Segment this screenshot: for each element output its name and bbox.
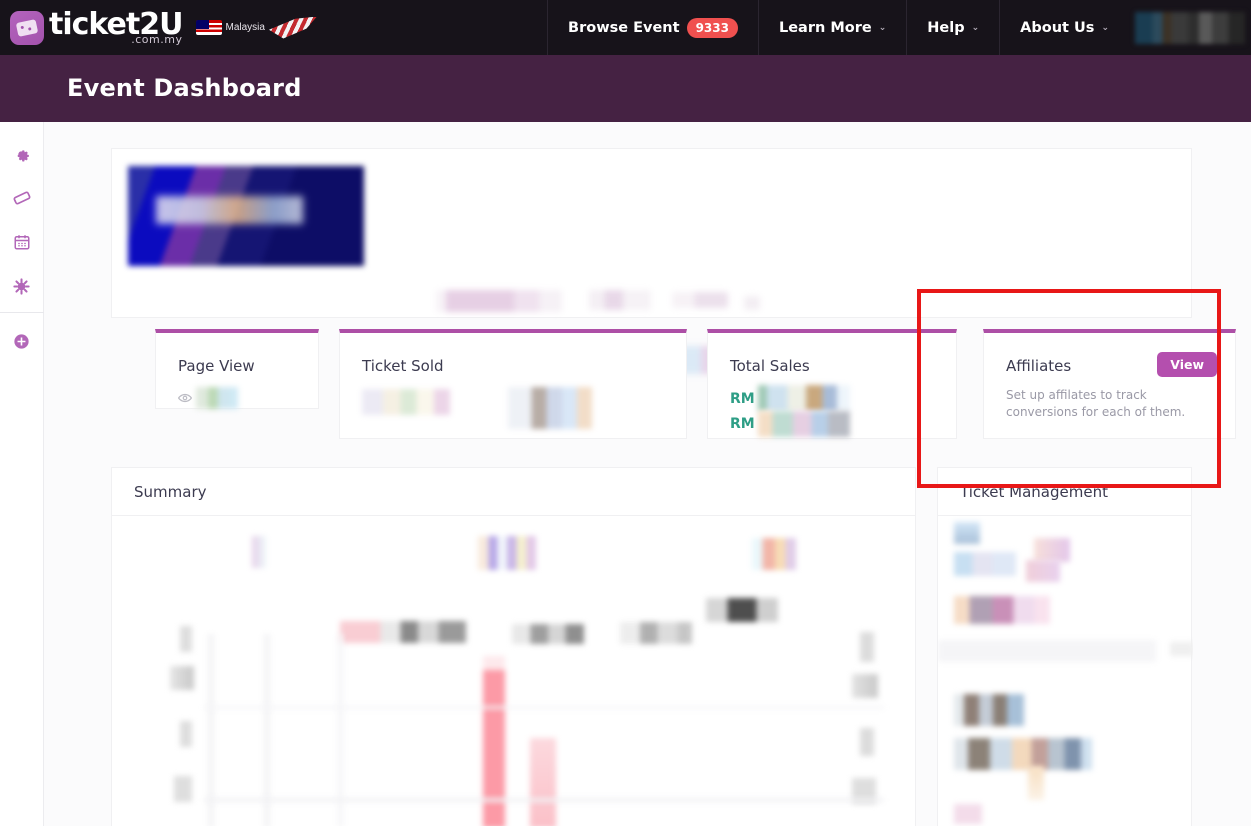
total-sales-value-2-blurred xyxy=(758,411,850,437)
sidebar-divider xyxy=(0,312,44,313)
total-sales-value-1-blurred xyxy=(758,385,850,411)
sidebar-item-featured[interactable] xyxy=(0,264,44,308)
sidebar-item-settings[interactable] xyxy=(0,132,44,176)
sidebar-rail xyxy=(0,122,44,826)
stat-card-page-view[interactable]: Page View xyxy=(155,329,319,409)
nav-item-learn-more[interactable]: Learn More ⌄ xyxy=(757,0,906,55)
stat-card-total-sales[interactable]: Total Sales RM RM xyxy=(707,329,957,439)
page-title: Event Dashboard xyxy=(67,74,302,102)
chevron-down-icon: ⌄ xyxy=(971,22,980,33)
summary-panel: Summary xyxy=(111,467,916,826)
event-summary-panel xyxy=(111,148,1192,318)
event-banner-image xyxy=(128,166,364,266)
event-meta-blurred xyxy=(744,296,760,310)
region-label: Malaysia xyxy=(225,22,265,33)
logo-wordmark: ticket2U .com.my xyxy=(49,10,183,46)
summary-chart-blurred xyxy=(112,516,917,826)
summary-title: Summary xyxy=(112,468,915,516)
nav-item-browse-event[interactable]: Browse Event 9333 xyxy=(547,0,758,55)
event-meta-blurred xyxy=(672,292,728,308)
ticket-management-title: Ticket Management xyxy=(938,468,1191,516)
affiliates-label: Affiliates xyxy=(1006,357,1072,375)
nav-label: Browse Event xyxy=(568,19,680,36)
currency-prefix-net: RM xyxy=(730,416,755,432)
calendar-icon xyxy=(14,235,29,250)
nav-items: Browse Event 9333 Learn More ⌄ Help ⌄ Ab… xyxy=(547,0,1251,55)
affiliates-description: Set up affilates to track conversions fo… xyxy=(1006,388,1186,420)
main-content: Page View Ticket Sold Total Sales RM RM … xyxy=(44,122,1251,826)
currency-prefix-gross: RM xyxy=(730,391,755,407)
ticket-sold-label: Ticket Sold xyxy=(362,357,444,375)
chevron-down-icon: ⌄ xyxy=(1101,22,1109,33)
affiliates-view-button[interactable]: View xyxy=(1157,352,1217,377)
page-view-label: Page View xyxy=(178,357,255,375)
nav-label: About Us xyxy=(1020,19,1095,36)
ticket-sold-value-blurred xyxy=(362,389,450,415)
nav-item-about-us[interactable]: About Us ⌄ xyxy=(999,0,1129,55)
stat-card-ticket-sold[interactable]: Ticket Sold xyxy=(339,329,687,439)
ticket-sold-secondary-blurred xyxy=(508,387,592,429)
ticket-logo-icon xyxy=(10,10,44,45)
gear-icon xyxy=(17,149,29,161)
sidebar-item-ticket[interactable] xyxy=(0,176,44,220)
ticket-icon xyxy=(13,191,30,205)
sidebar-item-calendar[interactable] xyxy=(0,220,44,264)
plus-circle-icon xyxy=(14,333,29,349)
nav-label: Help xyxy=(927,19,965,36)
dashboard-page: ticket2U .com.my Malaysia Browse Event 9… xyxy=(0,0,1251,826)
event-title-blurred xyxy=(436,290,562,312)
nav-item-help[interactable]: Help ⌄ xyxy=(906,0,999,55)
browse-event-count-badge: 9333 xyxy=(686,17,738,38)
eye-icon xyxy=(177,393,193,403)
sidebar-item-add[interactable] xyxy=(0,319,44,363)
page-view-value-blurred xyxy=(196,387,238,409)
ticket-management-list-blurred[interactable] xyxy=(938,516,1193,826)
total-sales-label: Total Sales xyxy=(730,357,810,375)
chevron-down-icon: ⌄ xyxy=(878,22,887,33)
malaysia-flag-icon: Malaysia xyxy=(196,11,317,45)
event-meta-blurred xyxy=(589,290,651,310)
user-account-area[interactable] xyxy=(1135,11,1245,44)
page-title-bar: Event Dashboard xyxy=(0,55,1251,122)
stat-card-affiliates[interactable]: Affiliates View Set up affilates to trac… xyxy=(983,329,1236,439)
nav-label: Learn More xyxy=(778,19,872,36)
star-burst-icon xyxy=(13,277,30,295)
ticket-management-panel: Ticket Management xyxy=(937,467,1193,826)
brand-logo[interactable]: ticket2U .com.my Malaysia xyxy=(0,0,317,55)
top-navigation-bar: ticket2U .com.my Malaysia Browse Event 9… xyxy=(0,0,1251,55)
